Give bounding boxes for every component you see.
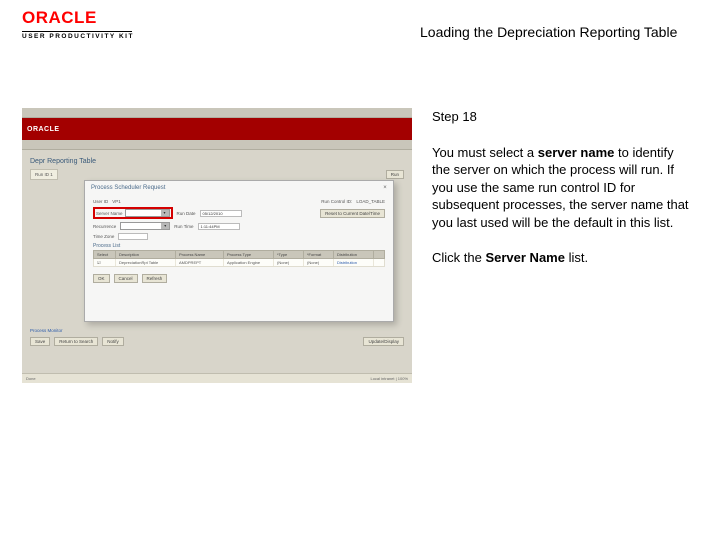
col-process-type: Process Type [224, 251, 274, 258]
runid-row: Run ID 1 Run [30, 169, 404, 180]
chevron-down-icon[interactable]: ▾ [161, 210, 169, 216]
recurrence-label: Recurrence [93, 224, 116, 229]
app-navbar [22, 140, 412, 150]
cell-process-type: Application Engine [224, 259, 274, 266]
instruction-panel: Step 18 You must select a server name to… [432, 108, 692, 267]
timezone-label: Time Zone [93, 234, 114, 239]
runcontrol-label: Run Control ID: [321, 199, 352, 204]
reset-date-button[interactable]: Reset to Current Date/Time [320, 209, 385, 218]
servername-label: Server Name [96, 211, 123, 216]
cell-description: DepreciationRpt Table [116, 259, 176, 266]
process-scheduler-modal: Process Scheduler Request × User ID VP1 … [84, 180, 394, 322]
save-button[interactable]: Save [30, 337, 50, 346]
logo-product: USER PRODUCTIVITY KIT [22, 33, 134, 40]
modal-title: Process Scheduler Request [85, 181, 393, 195]
col-distribution: Distribution [334, 251, 374, 258]
process-monitor-link[interactable]: Process Monitor [30, 328, 404, 333]
runtime-input[interactable]: 1:11:44PM [198, 223, 240, 230]
app-header-logo: ORACLE [27, 126, 60, 133]
notify-button[interactable]: Notify [102, 337, 124, 346]
click-post: list. [565, 250, 588, 265]
modal-close-icon[interactable]: × [381, 184, 389, 192]
click-bold: Server Name [485, 250, 565, 265]
click-instruction: Click the Server Name list. [432, 249, 692, 267]
col-process-name: Process Name [176, 251, 224, 258]
app-header: ORACLE [22, 118, 412, 140]
browser-menubar [22, 108, 412, 118]
run-button[interactable]: Run [386, 170, 404, 179]
modal-button-row: OK Cancel Refresh [85, 271, 393, 286]
below-modal-area: Process Monitor Save Return to Search No… [30, 328, 404, 346]
status-left: Done [26, 376, 36, 381]
cell-distribution[interactable]: Distribution [334, 259, 374, 266]
timezone-input[interactable] [118, 233, 148, 240]
process-list-heading: Process List [93, 243, 385, 249]
ok-button[interactable]: OK [93, 274, 110, 283]
grid-data-row: ☑ DepreciationRpt Table AMDPREPT Applica… [93, 259, 385, 267]
cell-type[interactable]: (None) [274, 259, 304, 266]
chevron-down-icon[interactable]: ▾ [161, 223, 169, 229]
runtime-label: Run Time [174, 224, 193, 229]
status-zone: Local intranet [370, 376, 394, 381]
content-page-title: Depr Reporting Table [30, 158, 404, 165]
modal-body: User ID VP1 Run Control ID: LOAD_TABLE S… [85, 195, 393, 271]
body-bold: server name [538, 145, 615, 160]
logo-divider [22, 31, 132, 32]
rundate-input[interactable]: 05/12/2010 [200, 210, 242, 217]
server-name-highlight: Server Name ▾ [93, 207, 173, 219]
rundate-label: Run Date [177, 211, 196, 216]
oracle-logo: ORACLE USER PRODUCTIVITY KIT [22, 8, 134, 40]
recurrence-dropdown[interactable]: ▾ [120, 222, 170, 230]
col-description: Description [116, 251, 176, 258]
logo-brand: ORACLE [22, 8, 134, 28]
col-format: *Format [304, 251, 334, 258]
cell-format[interactable]: (None) [304, 259, 334, 266]
userid-value: VP1 [112, 199, 121, 204]
return-button[interactable]: Return to Search [54, 337, 98, 346]
col-select: Select [94, 251, 116, 258]
runid-box: Run ID 1 [30, 169, 58, 180]
step-heading: Step 18 [432, 108, 692, 126]
body-pre: You must select a [432, 145, 538, 160]
refresh-button[interactable]: Refresh [142, 274, 168, 283]
cell-process-name: AMDPREPT [176, 259, 224, 266]
cancel-button[interactable]: Cancel [114, 274, 138, 283]
embedded-screenshot: ORACLE Depr Reporting Table Run ID 1 Run… [22, 108, 412, 383]
page-title: Loading the Depreciation Reporting Table [420, 24, 677, 40]
server-name-dropdown[interactable]: ▾ [125, 209, 170, 217]
update-button[interactable]: Update/Display [363, 337, 404, 346]
cell-select[interactable]: ☑ [94, 259, 116, 266]
grid-header-row: Select Description Process Name Process … [93, 250, 385, 259]
instruction-body: You must select a server name to identif… [432, 144, 692, 232]
col-type: *Type [274, 251, 304, 258]
click-pre: Click the [432, 250, 485, 265]
browser-statusbar: Done Local intranet | 100% [22, 373, 412, 383]
status-zoom: 100% [398, 376, 408, 381]
userid-label: User ID [93, 199, 108, 204]
runcontrol-value: LOAD_TABLE [356, 199, 385, 204]
